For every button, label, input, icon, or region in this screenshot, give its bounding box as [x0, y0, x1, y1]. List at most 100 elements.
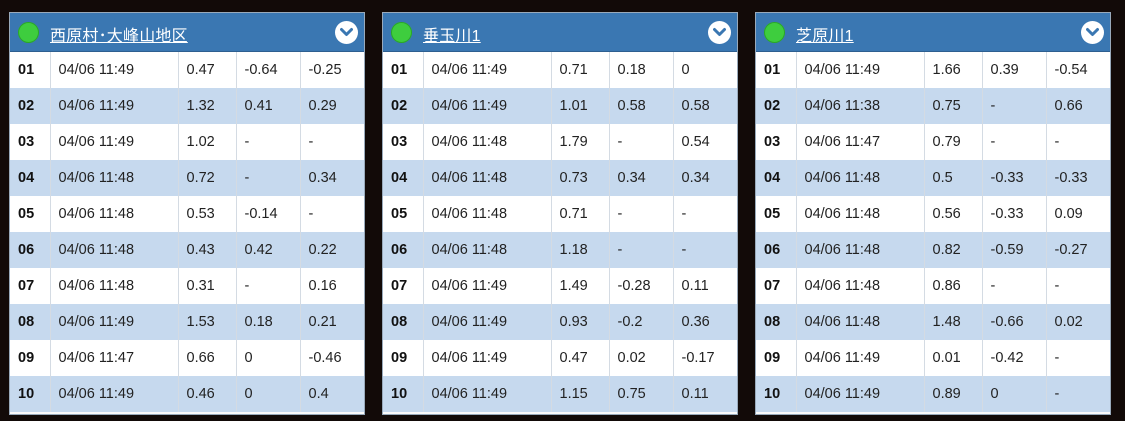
value-3-cell: -0.27 [1046, 232, 1110, 268]
sensor-table: 01 04/06 11:49 0.71 0.18 0 02 04/06 11:49 1.01 0… [383, 52, 737, 412]
sensor-id-cell: 05 [756, 196, 797, 232]
value-3-cell: - [300, 124, 364, 160]
chevron-down-icon[interactable] [1081, 21, 1104, 44]
sensor-table-body: 01 04/06 11:49 0.47 -0.64 -0.25 02 04/06 11:49… [10, 52, 364, 412]
panel-title-link[interactable]: 西原村･大峰山地区 [50, 22, 188, 46]
sensor-id-cell: 07 [10, 268, 51, 304]
value-1-cell: 1.49 [551, 268, 610, 304]
table-row: 01 04/06 11:49 1.66 0.39 -0.54 [756, 52, 1110, 88]
value-1-cell: 0.73 [551, 160, 610, 196]
table-row: 05 04/06 11:48 0.71- - [383, 196, 737, 232]
table-row: 03 04/06 11:48 1.79-0.54 [383, 124, 737, 160]
value-3-cell: - [1046, 268, 1110, 304]
table-row: 07 04/06 11:49 1.49 -0.28 0.11 [383, 268, 737, 304]
sensor-id-cell: 07 [756, 268, 797, 304]
sensor-table-body: 01 04/06 11:49 0.71 0.18 0 02 04/06 11:49 1.01 0… [383, 52, 737, 412]
sensor-id-cell: 05 [383, 196, 424, 232]
value-3-cell: 0.34 [300, 160, 364, 196]
timestamp-cell: 04/06 11:49 [423, 340, 552, 376]
timestamp-cell: 04/06 11:38 [796, 88, 925, 124]
value-1-cell: 0.01 [924, 340, 983, 376]
value-3-cell: 0.09 [1046, 196, 1110, 232]
sensor-id-cell: 06 [383, 232, 424, 268]
value-3-cell: -0.17 [673, 340, 737, 376]
value-3-cell: - [300, 196, 364, 232]
table-row: 03 04/06 11:47 0.79- - [756, 124, 1110, 160]
sensor-panel: 垂玉川1 01 04/06 11:49 0.71 0.18 0 02 04/06 11:49… [382, 12, 738, 415]
value-1-cell: 0.71 [551, 52, 610, 88]
sensor-id-cell: 03 [756, 124, 797, 160]
value-2-cell: 0.58 [609, 88, 674, 124]
value-2-cell: 0.18 [236, 304, 301, 340]
value-2-cell: 0.02 [609, 340, 674, 376]
timestamp-cell: 04/06 11:48 [423, 232, 552, 268]
value-3-cell: -0.54 [1046, 52, 1110, 88]
value-3-cell: 0.22 [300, 232, 364, 268]
sensor-id-cell: 04 [10, 160, 51, 196]
sensor-id-cell: 05 [10, 196, 51, 232]
value-2-cell: -0.2 [609, 304, 674, 340]
value-3-cell: 0.54 [673, 124, 737, 160]
value-3-cell: -0.33 [1046, 160, 1110, 196]
value-1-cell: 0.71 [551, 196, 610, 232]
value-3-cell: - [1046, 124, 1110, 160]
timestamp-cell: 04/06 11:48 [50, 268, 179, 304]
timestamp-cell: 04/06 11:49 [796, 376, 925, 412]
sensor-table: 01 04/06 11:49 0.47 -0.64 -0.25 02 04/06 11:49… [10, 52, 364, 412]
value-1-cell: 1.32 [178, 88, 237, 124]
value-2-cell: -0.33 [982, 196, 1047, 232]
timestamp-cell: 04/06 11:49 [50, 304, 179, 340]
sensor-id-cell: 09 [756, 340, 797, 376]
timestamp-cell: 04/06 11:49 [50, 376, 179, 412]
value-2-cell: 0.34 [609, 160, 674, 196]
timestamp-cell: 04/06 11:48 [50, 196, 179, 232]
value-2-cell: -0.66 [982, 304, 1047, 340]
sensor-table-body: 01 04/06 11:49 1.66 0.39 -0.54 02 04/06 11:38 0… [756, 52, 1110, 412]
sensor-id-cell: 08 [756, 304, 797, 340]
table-row: 05 04/06 11:48 0.53 -0.14- [10, 196, 364, 232]
timestamp-cell: 04/06 11:49 [50, 52, 179, 88]
value-2-cell: - [982, 268, 1047, 304]
value-1-cell: 1.18 [551, 232, 610, 268]
table-row: 08 04/06 11:48 1.48 -0.66 0.02 [756, 304, 1110, 340]
sensor-id-cell: 10 [756, 376, 797, 412]
table-row: 04 04/06 11:48 0.73 0.34 0.34 [383, 160, 737, 196]
timestamp-cell: 04/06 11:49 [423, 376, 552, 412]
value-2-cell: 0.42 [236, 232, 301, 268]
panel-header: 芝原川1 [756, 13, 1110, 52]
table-row: 10 04/06 11:49 0.46 0 0.4 [10, 376, 364, 412]
table-row: 02 04/06 11:49 1.01 0.58 0.58 [383, 88, 737, 124]
value-1-cell: 0.5 [924, 160, 983, 196]
value-2-cell: 0.41 [236, 88, 301, 124]
value-3-cell: 0.34 [673, 160, 737, 196]
sensor-id-cell: 06 [756, 232, 797, 268]
value-1-cell: 1.79 [551, 124, 610, 160]
chevron-down-icon[interactable] [335, 21, 358, 44]
timestamp-cell: 04/06 11:49 [796, 52, 925, 88]
value-2-cell: 0 [236, 376, 301, 412]
value-2-cell: - [236, 124, 301, 160]
sensor-panels: 西原村･大峰山地区 01 04/06 11:49 0.47 -0.64 -0.25 02 0… [0, 0, 1125, 421]
sensor-id-cell: 06 [10, 232, 51, 268]
value-2-cell: -0.28 [609, 268, 674, 304]
value-3-cell: 0.21 [300, 304, 364, 340]
value-1-cell: 0.72 [178, 160, 237, 196]
value-3-cell: 0.36 [673, 304, 737, 340]
value-1-cell: 1.01 [551, 88, 610, 124]
status-dot-icon [764, 22, 785, 43]
table-row: 08 04/06 11:49 0.93 -0.2 0.36 [383, 304, 737, 340]
value-2-cell: 0.39 [982, 52, 1047, 88]
timestamp-cell: 04/06 11:47 [50, 340, 179, 376]
value-3-cell: 0.58 [673, 88, 737, 124]
chevron-down-icon[interactable] [708, 21, 731, 44]
panel-title-link[interactable]: 垂玉川1 [423, 22, 481, 46]
timestamp-cell: 04/06 11:49 [423, 52, 552, 88]
timestamp-cell: 04/06 11:48 [423, 160, 552, 196]
value-3-cell: 0.11 [673, 268, 737, 304]
panel-title-link[interactable]: 芝原川1 [796, 22, 854, 46]
timestamp-cell: 04/06 11:49 [50, 124, 179, 160]
sensor-id-cell: 07 [383, 268, 424, 304]
value-1-cell: 0.31 [178, 268, 237, 304]
value-1-cell: 1.15 [551, 376, 610, 412]
table-row: 02 04/06 11:38 0.75-0.66 [756, 88, 1110, 124]
